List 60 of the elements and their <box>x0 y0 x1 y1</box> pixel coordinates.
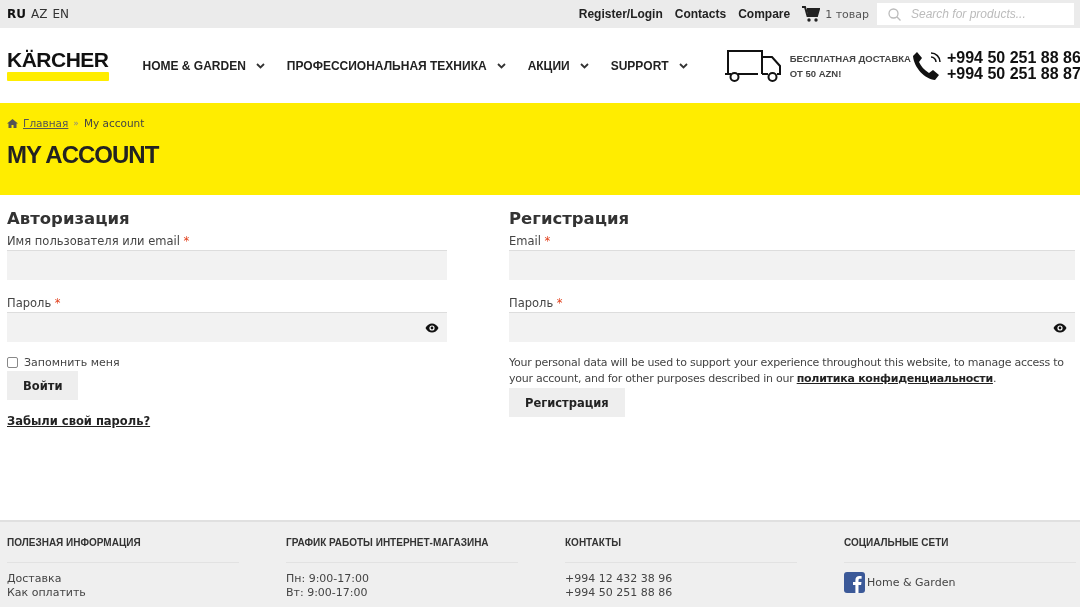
section-title: Регистрация <box>509 209 631 228</box>
phone-number[interactable]: +994 50 251 88 86 <box>946 49 1080 66</box>
footer-text: Пн: 9:00-17:00 <box>286 572 371 586</box>
delivery-text: БЕСПЛАТНАЯ ДОСТАВКА ОТ 50 AZN! <box>789 51 911 81</box>
password-field[interactable] <box>509 312 1075 342</box>
field-label: Пароль * <box>509 296 564 310</box>
social-link[interactable]: Home & Garden <box>844 572 1076 593</box>
field-label: Пароль * <box>7 296 62 310</box>
input-field[interactable] <box>7 250 447 280</box>
top-link[interactable]: Contacts <box>674 7 727 21</box>
input-field[interactable] <box>509 250 1075 280</box>
top-link[interactable]: Register/Login <box>578 7 663 21</box>
cart-icon[interactable] <box>802 6 821 22</box>
language-link[interactable]: AZ <box>31 7 48 21</box>
search-field[interactable]: Search for products... <box>877 3 1074 25</box>
logo[interactable]: KÄRCHER <box>7 50 109 81</box>
cart-count[interactable]: 1 товар <box>825 7 869 21</box>
footer-heading: СОЦИАЛЬНЫЕ СЕТИ <box>844 537 1076 563</box>
facebook-icon <box>844 572 865 593</box>
field-label: Email * <box>509 234 552 248</box>
field-label: Имя пользователя или email * <box>7 234 191 248</box>
page-title: MY ACCOUNT <box>7 141 160 169</box>
password-field[interactable] <box>7 312 447 342</box>
language-link[interactable]: RU <box>7 7 26 21</box>
footer-heading: ПОЛЕЗНАЯ ИНФОРМАЦИЯ <box>7 537 239 563</box>
breadcrumb-separator: » <box>73 118 79 128</box>
top-link[interactable]: Compare <box>738 7 791 21</box>
register-button[interactable]: Регистрация <box>509 388 625 417</box>
footer-link[interactable]: Доставка <box>7 572 239 586</box>
section-title: Авторизация <box>7 209 131 228</box>
nav-item[interactable]: АКЦИИ <box>527 58 589 73</box>
nav-item[interactable]: SUPPORT <box>610 58 688 73</box>
chevron-down-icon <box>579 62 589 69</box>
footer-heading: ГРАФИК РАБОТЫ ИНТЕРНЕТ-МАГАЗИНА <box>286 537 518 563</box>
checkbox[interactable] <box>7 357 18 368</box>
privacy-text: Your personal data will be used to support your experience throughout this website, to manage access to your account, and for other purposes described in our политика конфиденциальности. <box>509 355 1065 386</box>
language-link[interactable]: EN <box>52 7 69 21</box>
footer-text: Вт: 9:00-17:00 <box>286 586 369 600</box>
chevron-down-icon <box>496 62 506 69</box>
checkbox-label[interactable]: Запомнить меня <box>24 356 120 369</box>
chevron-down-icon <box>255 62 265 69</box>
breadcrumb-current: My account <box>83 117 145 129</box>
phone-icon <box>910 49 943 82</box>
footer-link[interactable]: Как оплатить <box>7 586 239 600</box>
chevron-down-icon <box>678 62 688 69</box>
footer-heading: КОНТАКТЫ <box>565 537 797 563</box>
privacy-link[interactable]: политика конфиденциальности <box>796 371 993 385</box>
search-icon <box>888 8 901 21</box>
breadcrumb-link[interactable]: Главная <box>23 117 69 129</box>
truck-icon <box>723 48 784 83</box>
footer-text: +994 50 251 88 86 <box>565 586 674 600</box>
home-icon[interactable] <box>7 118 18 128</box>
login-button[interactable]: Войти <box>7 371 79 400</box>
phone-number[interactable]: +994 50 251 88 87 <box>946 65 1080 82</box>
eye-icon[interactable] <box>1053 322 1067 333</box>
lost-password-link[interactable]: Забыли свой пароль? <box>7 414 151 428</box>
nav-item[interactable]: ПРОФЕССИОНАЛЬНАЯ ТЕХНИКА <box>286 58 506 73</box>
eye-icon[interactable] <box>425 322 439 333</box>
footer-text: +994 12 432 38 96 <box>565 572 674 586</box>
nav-item[interactable]: HOME & GARDEN <box>142 58 265 73</box>
